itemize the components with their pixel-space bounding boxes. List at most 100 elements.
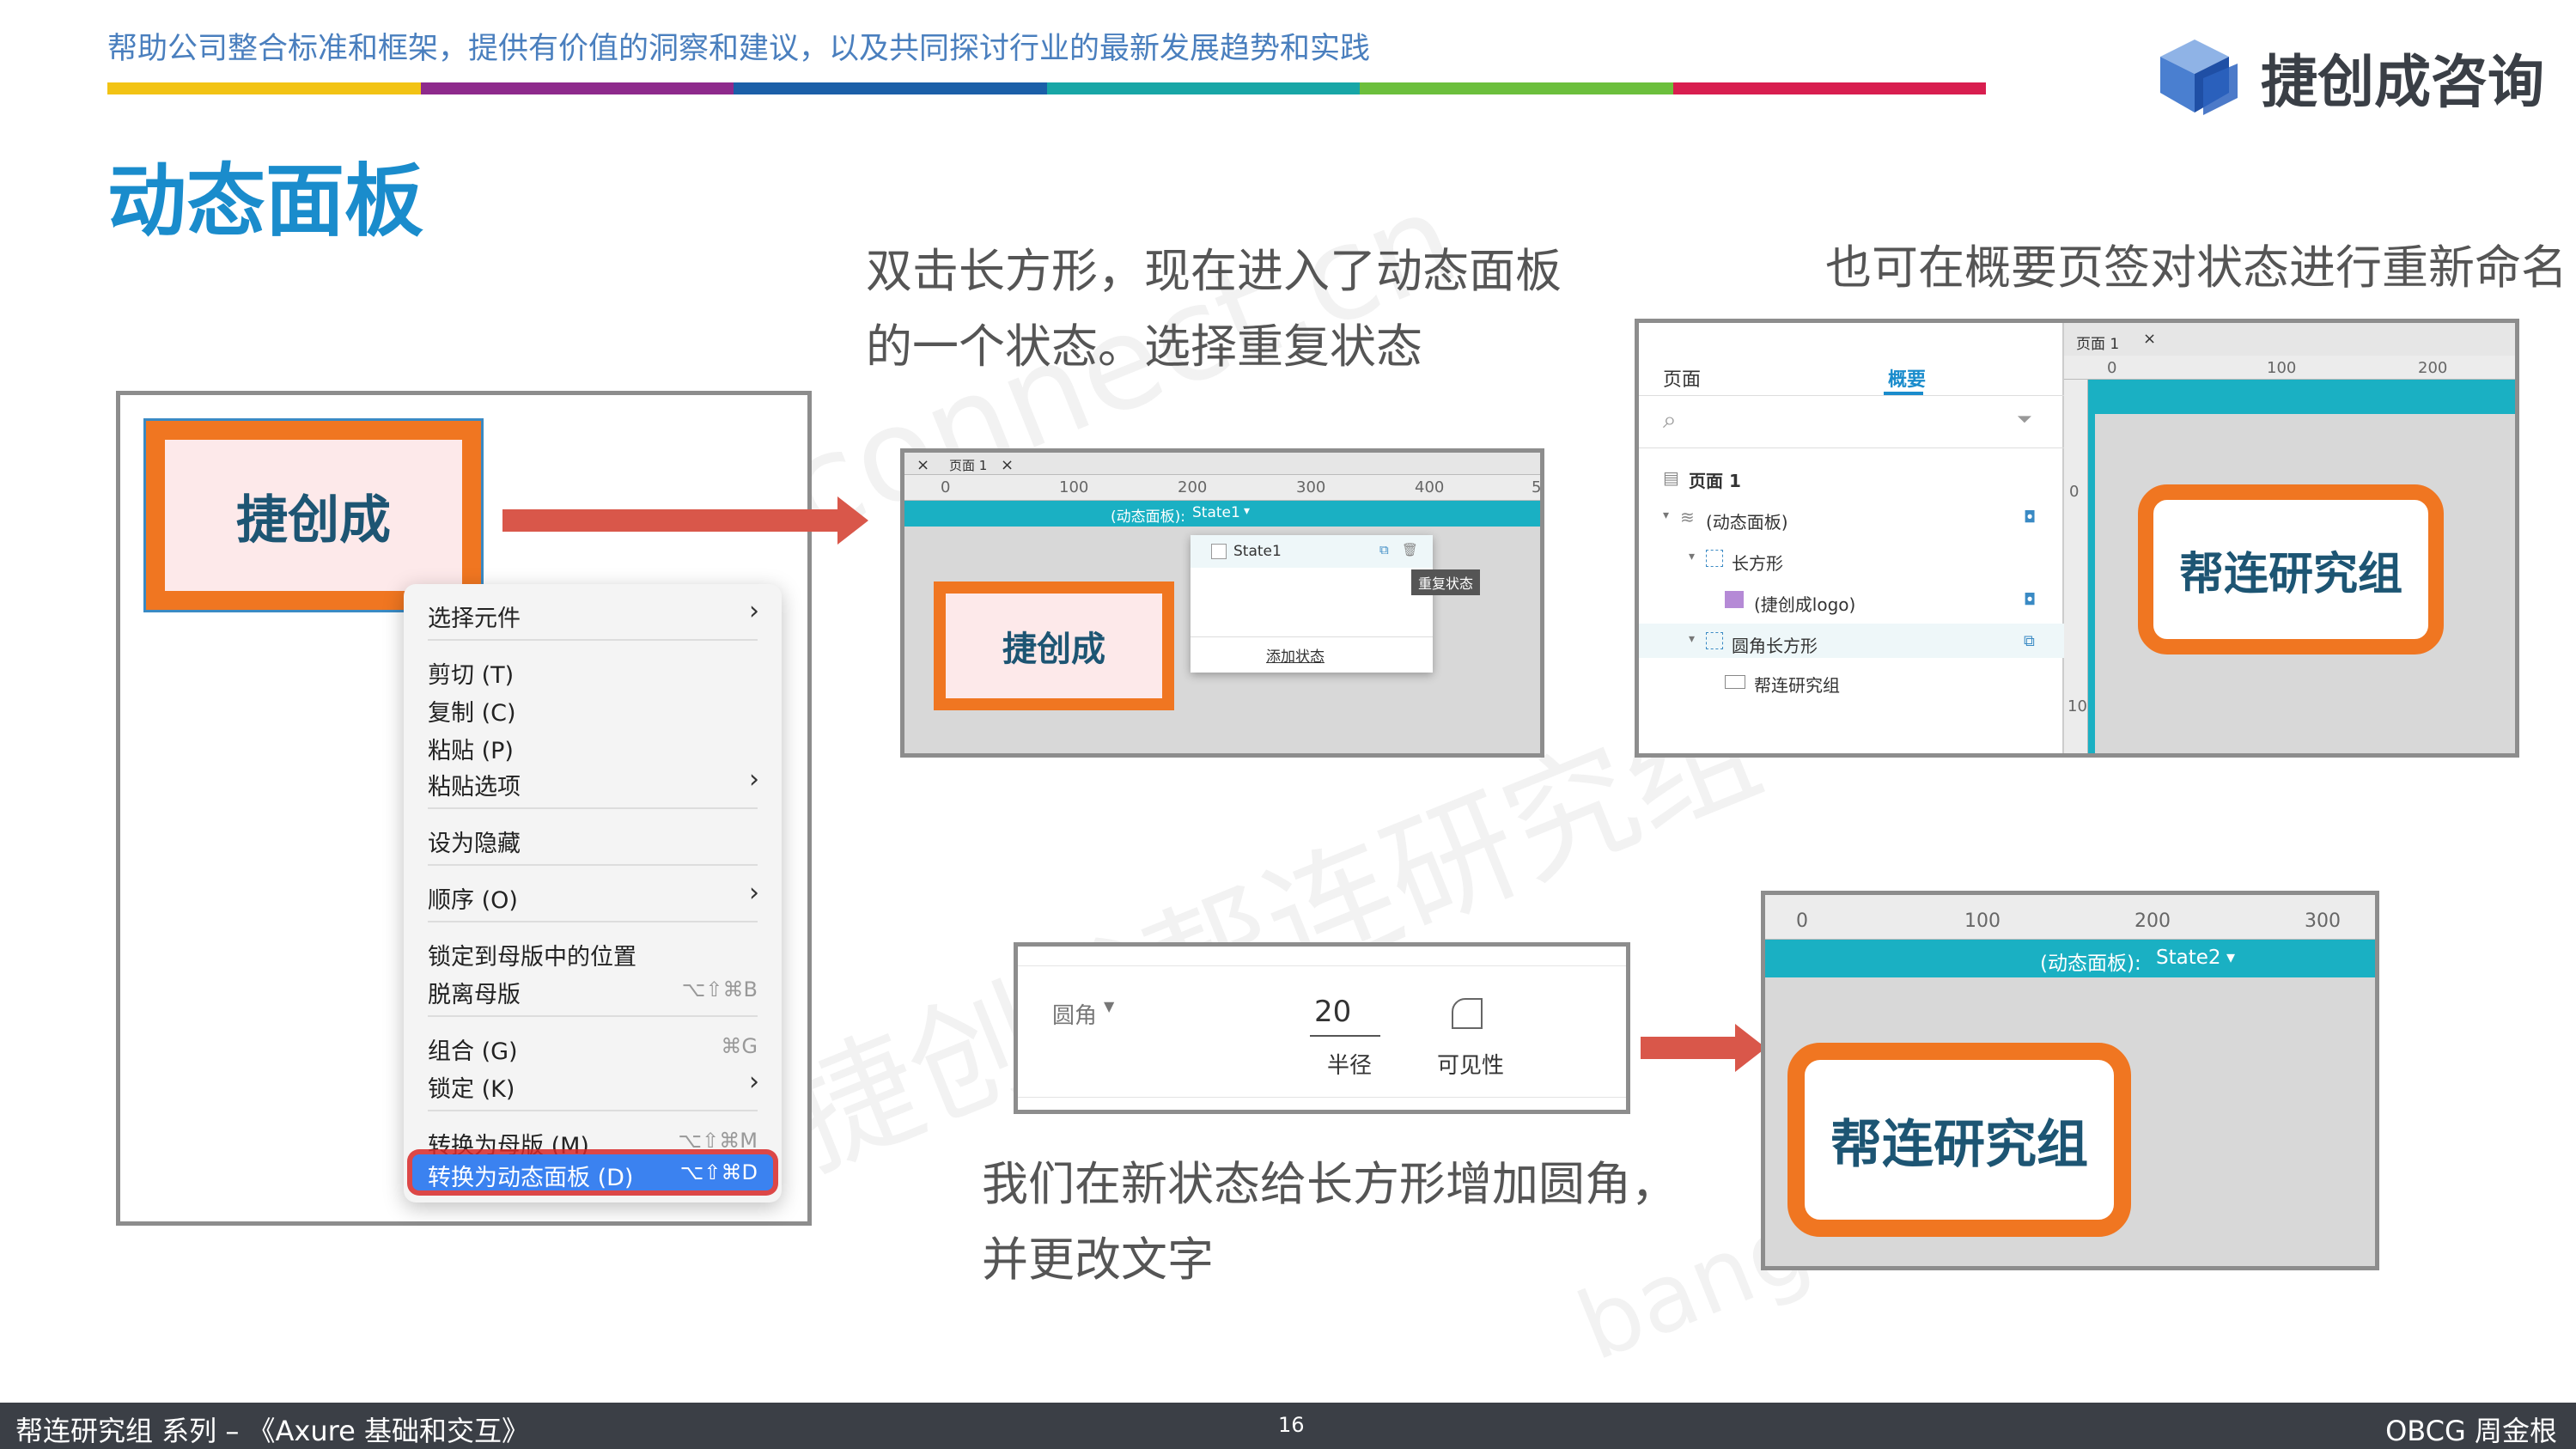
footer-series: 帮连研究组 系列 – 《Axure 基础和交互》 [15,1415,529,1447]
tab-pages[interactable]: 页面 [1663,364,1701,392]
radius-input[interactable]: 20 [1314,995,1351,1029]
rectangle-widget[interactable]: 捷创成 [143,418,484,612]
tab-outline[interactable]: 概要 [1888,364,1926,392]
menu-separator [428,1110,758,1111]
menu-hide[interactable]: 设为隐藏 [428,825,521,858]
caption-1-line2: 的一个状态。选择重复状态 [866,320,1422,374]
add-state-link[interactable]: 添加状态 [1266,644,1325,666]
tree-item-rounded-rectangle[interactable]: 圆角长方形 [1732,632,1818,657]
state-popup: State1 ⧉ 🗑 添加状态 [1191,535,1433,673]
color-band [107,82,1986,94]
divider [1018,1097,1626,1098]
checkbox-icon[interactable] [1211,544,1227,559]
tree-item-logo[interactable]: (捷创成logo) [1754,591,1855,616]
outline-sidebar: 页面 概要 ⌕ ⏷ ▤ 页面 1 ▾ ≋ (动态面板) ◘ ▾ 长方形 (捷创成… [1639,323,2064,753]
tab-bar: 页面 1 × [2064,323,2515,356]
menu-separator [428,1015,758,1017]
caption-1-line1: 双击长方形，现在进入了动态面板 [866,244,1562,298]
dynamic-panel-label: (动态面板): [1111,508,1185,526]
ruler-tick: 0 [2069,483,2080,501]
tab-page1[interactable]: 页面 1 [2076,332,2119,353]
caption-2: 也可在概要页签对状态进行重新命名 [1825,240,2567,295]
rectangle-widget[interactable]: 捷创成 [934,581,1174,710]
menu-to-dynamic-panel[interactable]: 转换为动态面板 (D) ⌥⇧⌘D [412,1154,773,1191]
dynamic-panel-bar [2088,380,2515,414]
menu-order[interactable]: 顺序 (O) [428,881,518,915]
menu-select-widget[interactable]: 选择元件 [428,600,521,633]
layers-icon: ≋ [1680,507,1695,527]
visibility-icon[interactable]: ◘ [2024,591,2036,609]
menu-lock-to-master[interactable]: 锁定到母版中的位置 [428,938,636,971]
state-dropdown[interactable]: State1 [1192,504,1240,521]
rounded-rectangle-widget[interactable]: 帮连研究组 [1787,1043,2131,1237]
menu-lock[interactable]: 锁定 (K) [428,1070,515,1104]
chevron-right-icon: › [749,878,759,908]
rectangle-text: 帮连研究组 [2178,548,2402,600]
chevron-right-icon: › [749,596,759,626]
divider [1639,447,2064,448]
close-icon[interactable]: × [2143,330,2156,348]
filter-icon[interactable]: ⏷ [2017,409,2032,430]
trash-icon[interactable]: 🗑 [1402,542,1418,557]
tab-bar: × 页面 1 × [904,453,1540,475]
vertical-ruler: 0 100 [2064,380,2097,753]
rectangle-icon [1706,550,1723,567]
ruler-tick: 100 [1964,910,2001,932]
close-icon[interactable]: × [917,456,929,474]
image-icon [1725,591,1744,608]
chevron-right-icon: › [749,764,759,795]
chevron-down-icon[interactable]: ▼ [1104,998,1114,1014]
rounded-rectangle-widget[interactable]: 帮连研究组 [2138,484,2444,654]
ruler-tick: 0 [941,478,951,496]
ruler-tick: 300 [1296,478,1326,496]
tree-item-page[interactable]: 页面 1 [1689,467,1741,492]
state-dropdown[interactable]: State2 [2156,947,2221,969]
arrow-right-icon [502,496,868,545]
expand-caret-icon[interactable]: ▾ [1689,632,1695,646]
tree-item-dynamic-panel[interactable]: (动态面板) [1706,508,1788,533]
caption-3-line1: 我们在新状态给长方形增加圆角， [982,1157,1678,1211]
tab-page1[interactable]: 页面 1 [949,456,987,474]
tree-item-text[interactable]: 帮连研究组 [1754,672,1840,697]
tree-item-rectangle[interactable]: 长方形 [1732,550,1783,575]
menu-separator [428,639,758,641]
tree-row-selected [1639,624,2064,658]
copy-icon[interactable]: ⧉ [2024,632,2035,650]
band-segment [1046,82,1360,94]
menu-cut[interactable]: 剪切 (T) [428,656,514,690]
visibility-icon[interactable]: ◘ [2024,508,2036,527]
chevron-down-icon: ▾ [2226,947,2236,967]
footer-author: OBCG 周金根 [2385,1415,2557,1447]
menu-detach-master[interactable]: 脱离母版 [428,976,521,1009]
ruler-tick: 400 [1415,478,1445,496]
shortcut-to-master: ⌥⇧⌘M [678,1129,758,1153]
ruler-tick: 5 [1532,478,1542,496]
menu-group[interactable]: 组合 (G) [428,1032,518,1066]
expand-caret-icon[interactable]: ▾ [1689,550,1695,563]
band-segment [734,82,1047,94]
close-icon[interactable]: × [1001,456,1014,474]
page-title: 动态面板 [107,155,424,247]
band-segment [1360,82,1673,94]
band-segment [420,82,734,94]
horizontal-ruler: 0 100 200 [2064,356,2515,380]
menu-paste-options[interactable]: 粘贴选项 [428,768,521,801]
arrow-right-icon [1641,1024,1766,1072]
horizontal-ruler: 0 100 200 300 400 5 [904,475,1540,501]
menu-copy[interactable]: 复制 (C) [428,694,516,728]
expand-caret-icon[interactable]: ▾ [1663,508,1669,522]
search-icon[interactable]: ⌕ [1663,405,1677,435]
state-row[interactable]: State1 ⧉ 🗑 [1191,535,1433,568]
ruler-tick: 300 [2305,910,2341,932]
state-row-label: State1 [1233,543,1282,560]
rectangle-text: 捷创成 [236,490,391,551]
dynamic-panel-label: (动态面板): [2040,953,2141,975]
copy-icon[interactable]: ⧉ [1379,542,1389,557]
screenshot-outline-panel: 页面 概要 ⌕ ⏷ ▤ 页面 1 ▾ ≋ (动态面板) ◘ ▾ 长方形 (捷创成… [1635,319,2519,758]
menu-paste[interactable]: 粘贴 (P) [428,732,514,765]
ruler-tick: 200 [2134,910,2171,932]
header-tagline: 帮助公司整合标准和框架，提供有价值的洞察和建议，以及共同探讨行业的最新发展趋势和… [107,32,1371,66]
corner-visibility-icon[interactable] [1452,998,1483,1029]
divider [1018,965,1626,966]
ruler-tick: 0 [1796,910,1808,932]
